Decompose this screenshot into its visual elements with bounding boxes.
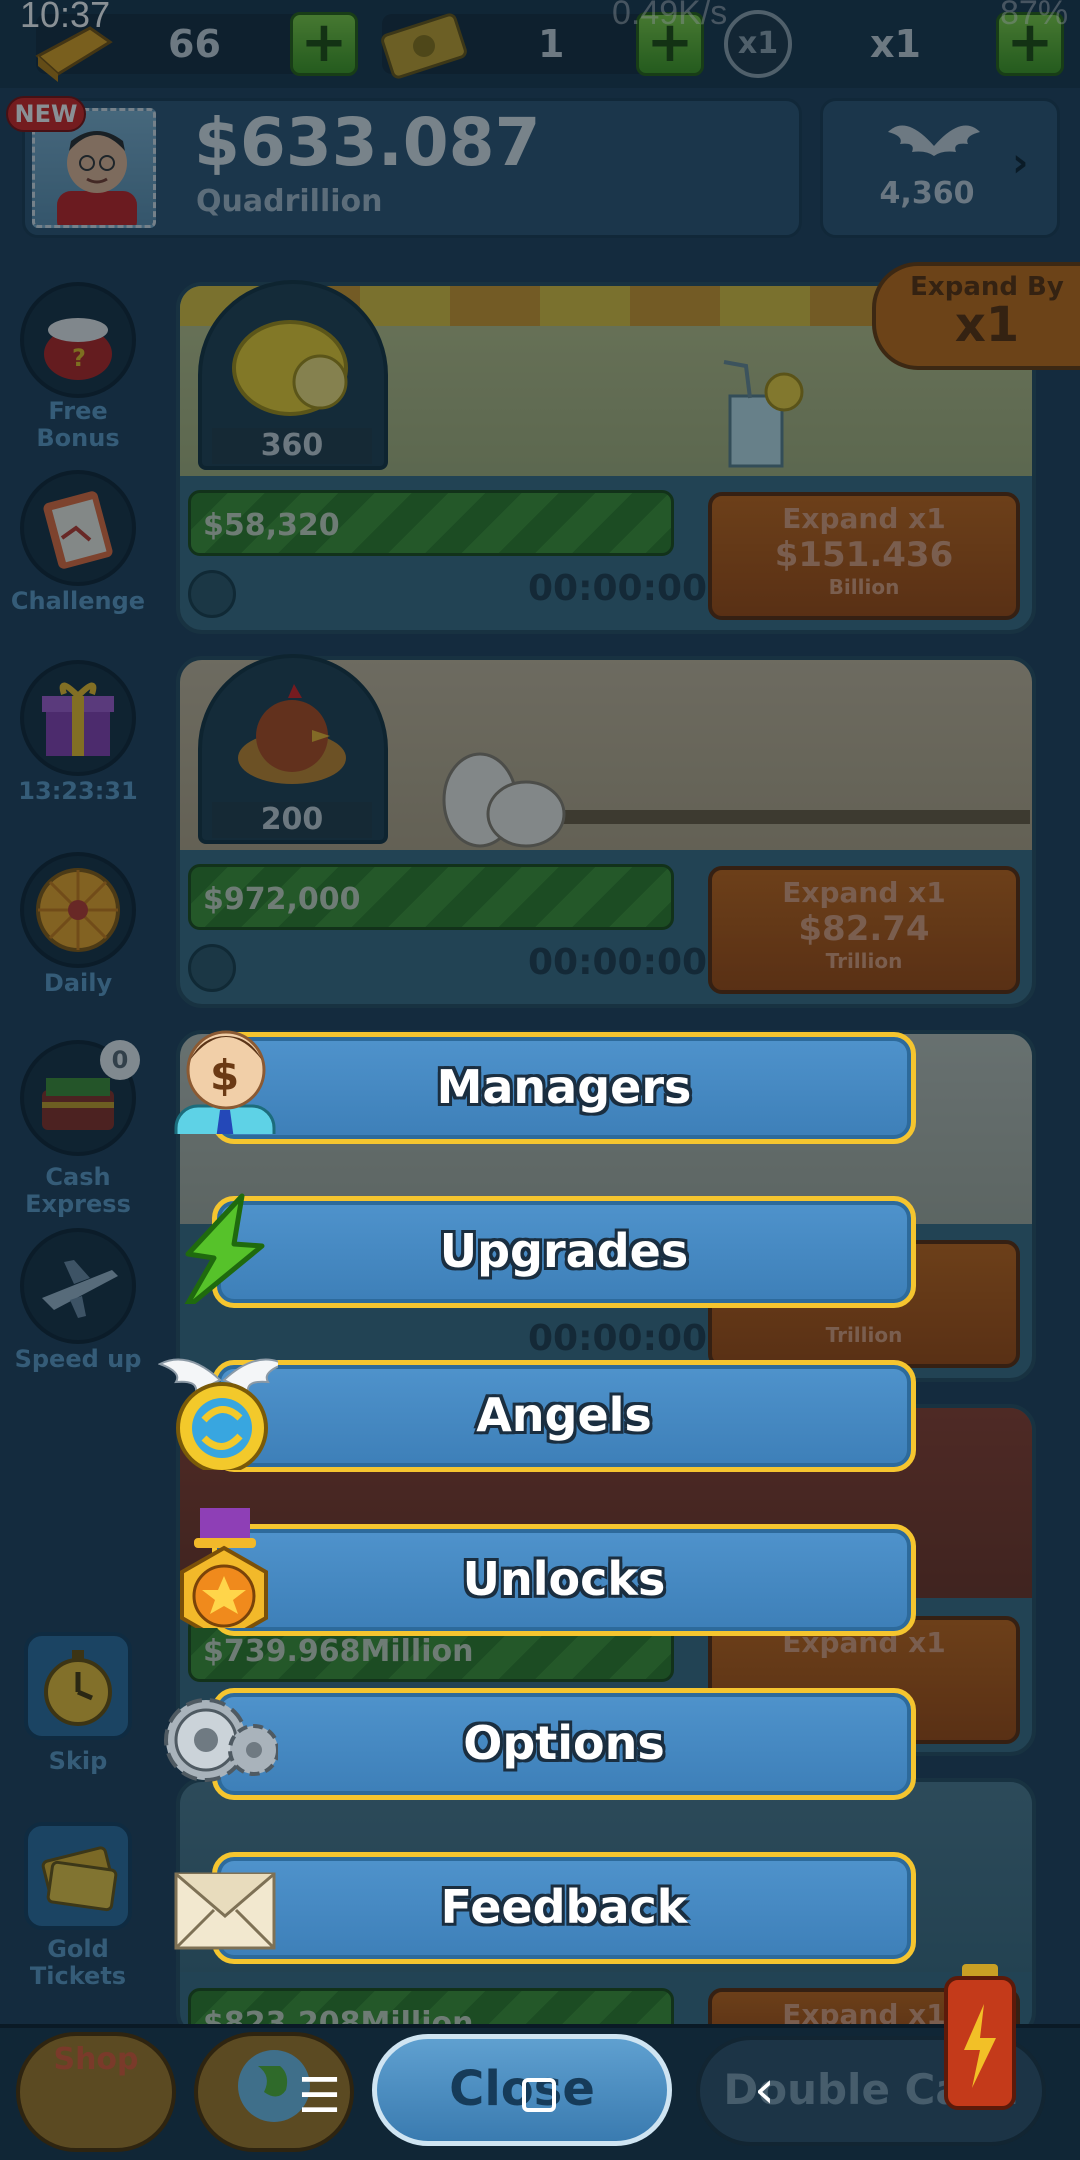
shop-button[interactable]: Shop [16,2032,176,2152]
feedback-button[interactable]: Feedback [212,1852,916,1964]
manager-icon: $ [174,1030,276,1134]
battery-boost-icon [944,1964,1016,2110]
managers-button[interactable]: Managers [212,1032,916,1144]
options-button[interactable]: Options [212,1688,916,1800]
shop-label: Shop [53,2042,139,2077]
upgrade-arrow-icon [184,1193,265,1304]
menu-nav-icon[interactable]: ☰ [298,2068,341,2124]
svg-text:$: $ [210,1051,239,1100]
home-nav-icon[interactable] [522,2078,556,2112]
envelope-icon [174,1872,276,1950]
angel-coin-icon [158,1358,278,1470]
back-nav-icon[interactable]: ‹ [754,2060,775,2120]
unlocks-button[interactable]: Unlocks [212,1524,916,1636]
gear-icon [164,1698,278,1782]
angels-button[interactable]: Angels [212,1360,916,1472]
medal-icon [180,1508,268,1628]
upgrades-button[interactable]: Upgrades [212,1196,916,1308]
